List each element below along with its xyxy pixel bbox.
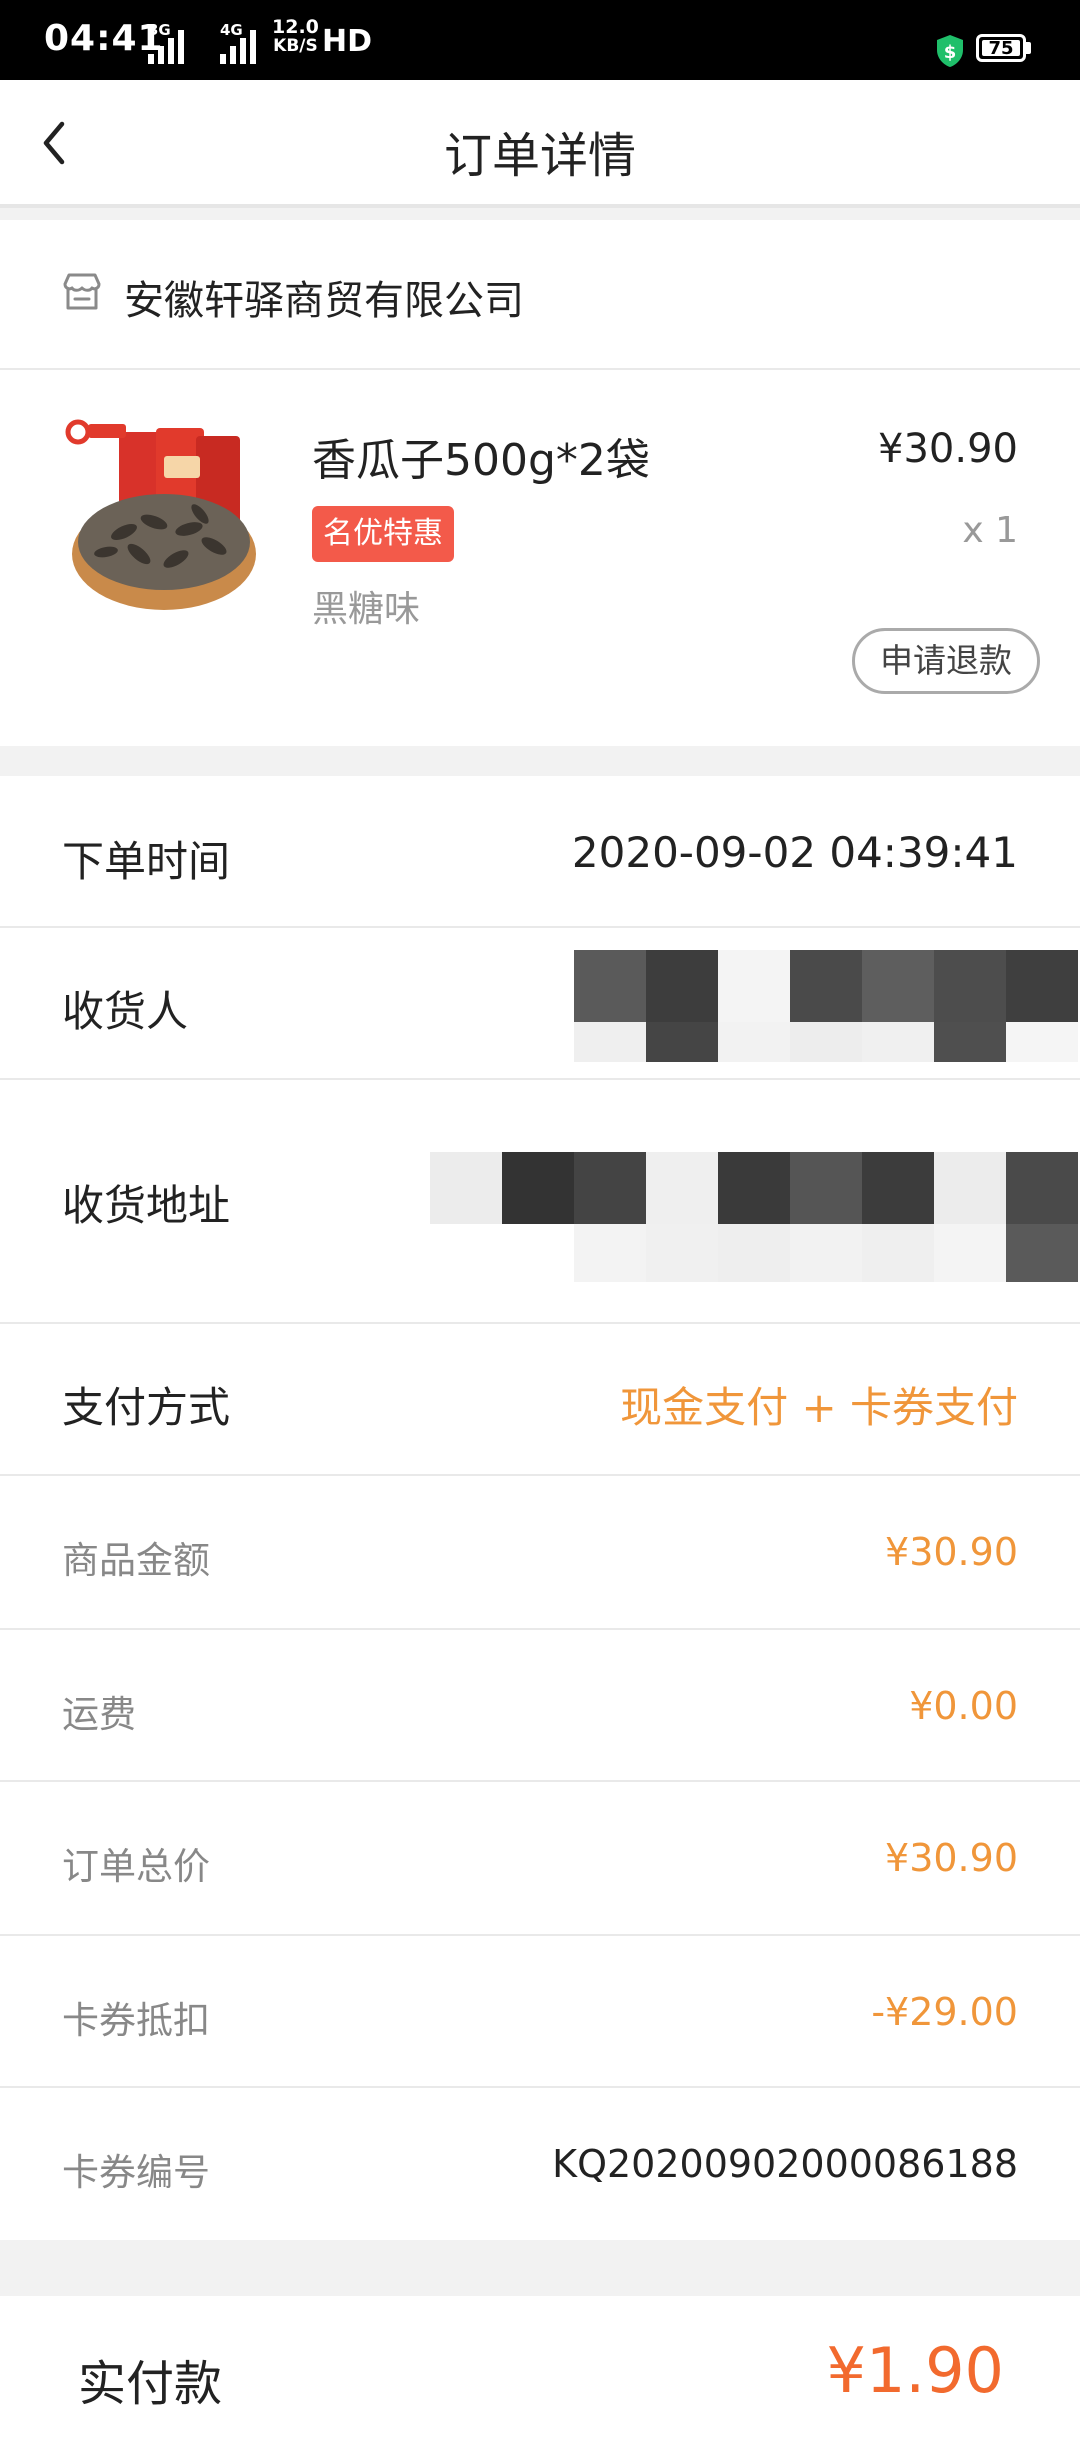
order-time-value: 2020-09-02 04:39:41 — [571, 828, 1018, 877]
promo-tag: 名优特惠 — [312, 506, 454, 562]
status-bar: 04:41 3G 4G 12.0 KB/S HD $ 75 — [0, 0, 1080, 80]
order-time-label: 下单时间 — [62, 837, 231, 886]
battery-icon: 75 — [976, 34, 1026, 62]
address-row: 收货地址 — [0, 1080, 1080, 1324]
shipping-label: 运费 — [62, 1693, 136, 1736]
signal-icon-2 — [220, 30, 264, 64]
network-speed-unit: KB/S — [273, 36, 318, 56]
payment-method-row: 支付方式 现金支付 + 卡券支付 — [0, 1324, 1080, 1476]
product-quantity: x 1 — [962, 510, 1018, 551]
coupon-deduction-label: 卡券抵扣 — [62, 1999, 210, 2042]
shop-header[interactable]: 安徽轩驿商贸有限公司 — [0, 220, 1080, 370]
receiver-row: 收货人 — [0, 928, 1080, 1080]
order-total-label: 订单总价 — [62, 1845, 210, 1888]
page-title: 订单详情 — [443, 128, 636, 184]
goods-amount-value: ¥30.90 — [885, 1530, 1018, 1574]
product-price: ¥30.90 — [878, 426, 1018, 472]
address-label: 收货地址 — [62, 1181, 231, 1230]
nav-bar: 订单详情 — [0, 80, 1080, 208]
product-spec: 黑糖味 — [312, 589, 421, 630]
order-time-row: 下单时间 2020-09-02 04:39:41 — [0, 776, 1080, 928]
payment-method-label: 支付方式 — [62, 1383, 231, 1432]
coupon-deduction-value: -¥29.00 — [871, 1990, 1018, 2034]
goods-amount-label: 商品金额 — [62, 1539, 210, 1582]
shop-name: 安徽轩驿商贸有限公司 — [124, 278, 524, 324]
coupon-number-row: 卡券编号 KQ20200902000086188 — [0, 2088, 1080, 2240]
product-item[interactable]: 香瓜子500g*2袋 ¥30.90 名优特惠 x 1 黑糖味 申请退款 — [0, 370, 1080, 746]
paid-amount-bar: 实付款 ¥1.90 — [0, 2296, 1080, 2444]
refund-button[interactable]: 申请退款 — [852, 628, 1040, 694]
status-time: 04:41 — [44, 18, 164, 59]
coupon-number-value: KQ20200902000086188 — [552, 2142, 1018, 2186]
goods-amount-row: 商品金额 ¥30.90 — [0, 1476, 1080, 1630]
order-total-value: ¥30.90 — [885, 1836, 1018, 1880]
shipping-row: 运费 ¥0.00 — [0, 1630, 1080, 1782]
redacted-receiver — [574, 950, 1080, 1062]
store-icon — [63, 273, 101, 310]
hd-indicator: HD — [322, 24, 373, 59]
receiver-label: 收货人 — [62, 987, 189, 1036]
paid-label: 实付款 — [78, 2356, 223, 2412]
product-image — [65, 419, 256, 610]
order-total-row: 订单总价 ¥30.90 — [0, 1782, 1080, 1936]
payment-method-value: 现金支付 + 卡券支付 — [620, 1383, 1018, 1432]
network-speed-value: 12.0 — [272, 16, 319, 38]
coupon-number-label: 卡券编号 — [62, 2151, 210, 2194]
product-name: 香瓜子500g*2袋 — [312, 435, 650, 486]
shipping-value: ¥0.00 — [909, 1684, 1018, 1728]
coupon-deduction-row: 卡券抵扣 -¥29.00 — [0, 1936, 1080, 2088]
network-speed: 12.0 KB/S — [272, 18, 319, 56]
paid-value: ¥1.90 — [826, 2334, 1005, 2407]
battery-tip — [1026, 42, 1031, 54]
svg-text:$: $ — [944, 42, 957, 63]
signal-icon — [148, 30, 192, 64]
battery-level: 75 — [988, 38, 1014, 59]
shield-icon: $ — [937, 35, 963, 67]
redacted-address — [430, 1152, 1080, 1292]
